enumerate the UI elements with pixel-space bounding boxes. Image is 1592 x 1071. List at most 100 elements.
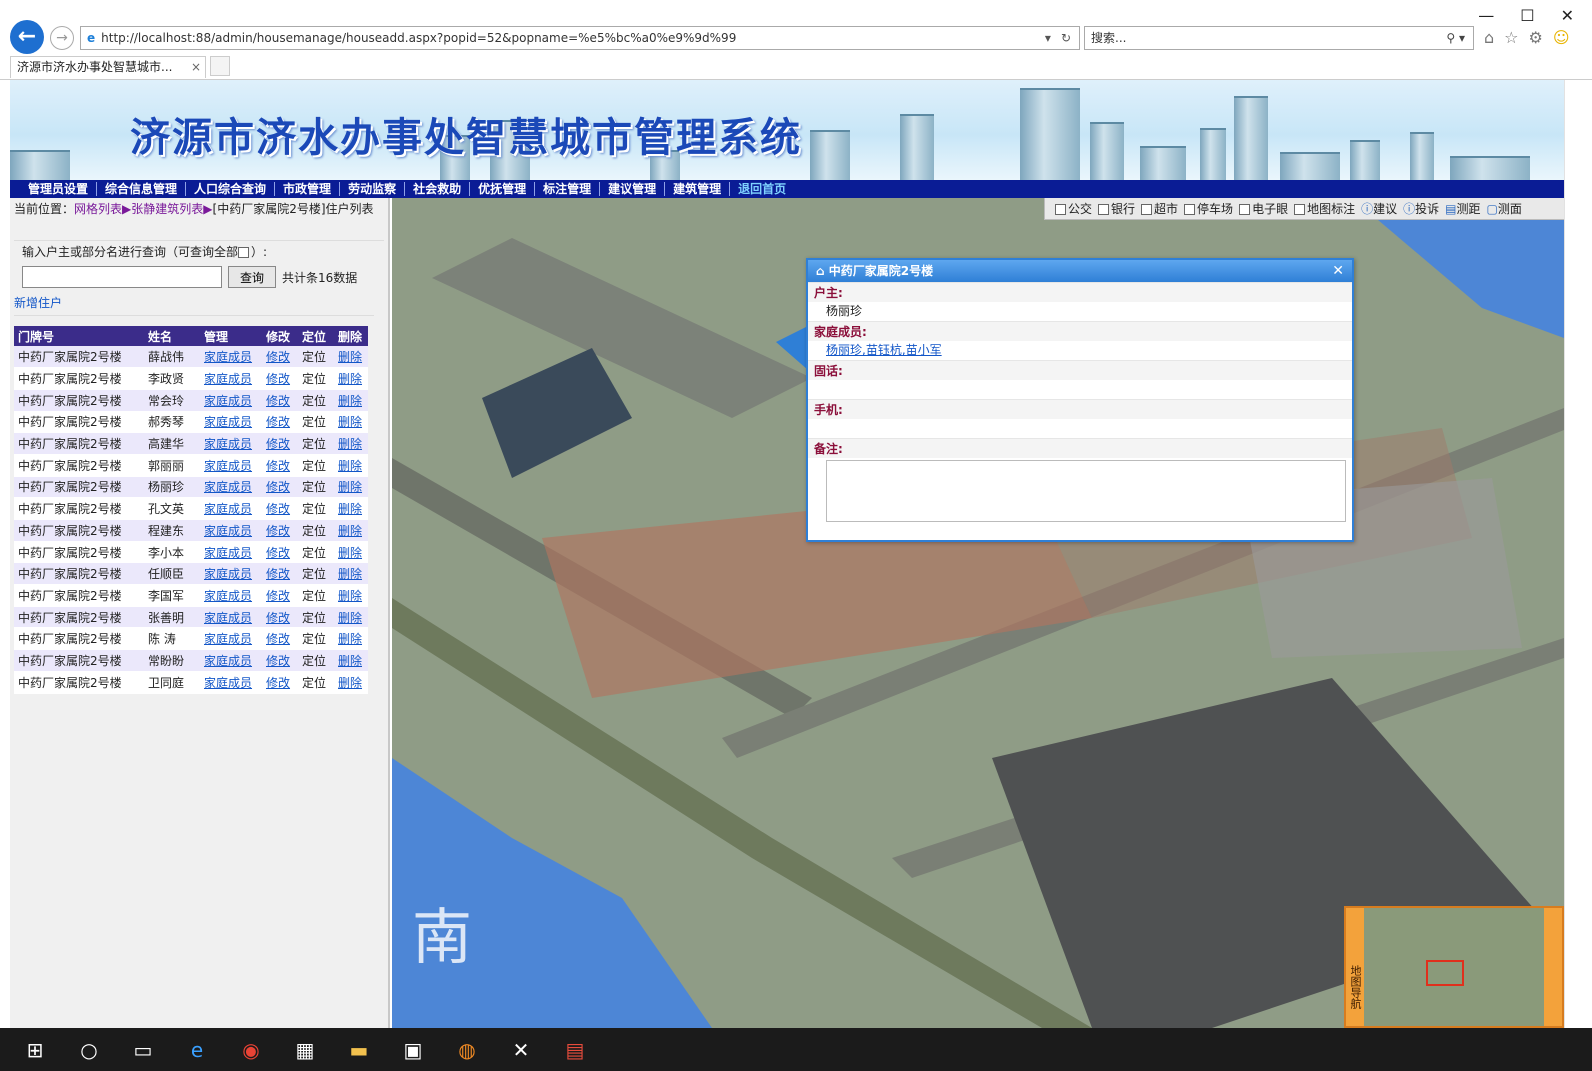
- delete-link[interactable]: 删除: [338, 415, 362, 429]
- query-button[interactable]: 查询: [228, 266, 276, 288]
- edit-link[interactable]: 修改: [266, 654, 290, 668]
- suggest-button[interactable]: ⓘ建议: [1361, 200, 1397, 217]
- delete-link[interactable]: 删除: [338, 394, 362, 408]
- page-scrollbar[interactable]: [1564, 80, 1592, 1028]
- layer-camera[interactable]: 电子眼: [1239, 200, 1288, 217]
- edit-link[interactable]: 修改: [266, 350, 290, 364]
- menu-item-veterans[interactable]: 优抚管理: [470, 182, 536, 196]
- minimap-viewport[interactable]: [1426, 960, 1464, 986]
- delete-link[interactable]: 删除: [338, 459, 362, 473]
- smiley-icon[interactable]: ☺: [1553, 28, 1570, 47]
- locate-link[interactable]: 定位: [298, 519, 334, 542]
- family-members-link[interactable]: 家庭成员: [204, 394, 252, 408]
- edit-link[interactable]: 修改: [266, 524, 290, 538]
- locate-link[interactable]: 定位: [298, 649, 334, 672]
- edit-link[interactable]: 修改: [266, 676, 290, 690]
- family-members-link[interactable]: 家庭成员: [204, 589, 252, 603]
- locate-link[interactable]: 定位: [298, 411, 334, 434]
- locate-link[interactable]: 定位: [298, 346, 334, 369]
- delete-link[interactable]: 删除: [338, 372, 362, 386]
- delete-link[interactable]: 删除: [338, 524, 362, 538]
- family-members-link[interactable]: 家庭成员: [204, 632, 252, 646]
- edit-link[interactable]: 修改: [266, 589, 290, 603]
- edit-link[interactable]: 修改: [266, 394, 290, 408]
- tab-close-icon[interactable]: ×: [191, 57, 201, 77]
- locate-link[interactable]: 定位: [298, 454, 334, 477]
- menu-item-info[interactable]: 综合信息管理: [97, 182, 187, 196]
- app2-icon[interactable]: ▤: [562, 1038, 588, 1062]
- delete-link[interactable]: 删除: [338, 632, 362, 646]
- locate-link[interactable]: 定位: [298, 476, 334, 499]
- family-members-link[interactable]: 家庭成员: [204, 654, 252, 668]
- edit-link[interactable]: 修改: [266, 611, 290, 625]
- delete-link[interactable]: 删除: [338, 480, 362, 494]
- crumb-grid-list[interactable]: 网格列表: [74, 202, 122, 216]
- locate-link[interactable]: 定位: [298, 584, 334, 607]
- folder-icon[interactable]: ▬: [346, 1038, 372, 1062]
- home-icon[interactable]: ⌂: [1484, 28, 1494, 47]
- measure-distance-button[interactable]: ▤测距: [1445, 200, 1480, 217]
- task-view-icon[interactable]: ▭: [130, 1038, 156, 1062]
- refresh-icon[interactable]: ↻: [1061, 31, 1071, 45]
- family-members-link[interactable]: 家庭成员: [204, 524, 252, 538]
- delete-link[interactable]: 删除: [338, 589, 362, 603]
- layer-parking[interactable]: 停车场: [1184, 200, 1233, 217]
- edit-link[interactable]: 修改: [266, 632, 290, 646]
- family-members-link[interactable]: 家庭成员: [204, 437, 252, 451]
- family-members-link[interactable]: 家庭成员: [204, 676, 252, 690]
- family-members-link[interactable]: 家庭成员: [204, 459, 252, 473]
- measure-area-button[interactable]: ▢测面: [1487, 200, 1522, 217]
- menu-item-labor[interactable]: 劳动监察: [340, 182, 406, 196]
- forward-button[interactable]: →: [50, 26, 74, 50]
- dropdown-icon[interactable]: ▾: [1045, 31, 1051, 45]
- chrome-icon[interactable]: ◉: [238, 1038, 264, 1062]
- delete-link[interactable]: 删除: [338, 546, 362, 560]
- menu-item-admin[interactable]: 管理员设置: [20, 182, 98, 196]
- family-members-link[interactable]: 家庭成员: [204, 350, 252, 364]
- family-members-link[interactable]: 家庭成员: [204, 502, 252, 516]
- minimize-icon[interactable]: —: [1478, 6, 1494, 25]
- gear-icon[interactable]: ⚙: [1529, 28, 1543, 47]
- delete-link[interactable]: 删除: [338, 350, 362, 364]
- notes-icon[interactable]: ▦: [292, 1038, 318, 1062]
- locate-link[interactable]: 定位: [298, 432, 334, 455]
- search-input[interactable]: 搜索... ⚲ ▾: [1084, 26, 1474, 50]
- family-members-link[interactable]: 家庭成员: [204, 611, 252, 625]
- windows-start-icon[interactable]: ⊞: [22, 1038, 48, 1062]
- ie-taskbar-icon[interactable]: e: [184, 1038, 210, 1062]
- edit-link[interactable]: 修改: [266, 372, 290, 386]
- family-members-link[interactable]: 家庭成员: [204, 480, 252, 494]
- note-field[interactable]: [826, 460, 1346, 522]
- menu-item-population[interactable]: 人口综合查询: [186, 182, 276, 196]
- tools-icon[interactable]: ✕: [508, 1038, 534, 1062]
- family-members-link[interactable]: 家庭成员: [204, 415, 252, 429]
- close-icon[interactable]: ✕: [1561, 6, 1574, 25]
- delete-link[interactable]: 删除: [338, 567, 362, 581]
- layer-annotation[interactable]: 地图标注: [1294, 200, 1355, 217]
- edit-link[interactable]: 修改: [266, 502, 290, 516]
- cortana-icon[interactable]: ○: [76, 1038, 102, 1062]
- query-input[interactable]: [22, 266, 222, 288]
- layer-market[interactable]: 超市: [1141, 200, 1178, 217]
- locate-link[interactable]: 定位: [298, 497, 334, 520]
- zoom-slider[interactable]: [1544, 908, 1562, 1026]
- popup-close-icon[interactable]: ✕: [1332, 260, 1344, 282]
- edit-link[interactable]: 修改: [266, 415, 290, 429]
- menu-item-annotation[interactable]: 标注管理: [535, 182, 601, 196]
- locate-link[interactable]: 定位: [298, 627, 334, 651]
- family-members-link[interactable]: 家庭成员: [204, 372, 252, 386]
- locate-link[interactable]: 定位: [298, 541, 334, 564]
- browser-tab[interactable]: 济源市济水办事处智慧城市... ×: [10, 56, 206, 78]
- layer-bus[interactable]: 公交: [1055, 200, 1092, 217]
- address-bar[interactable]: e http://localhost:88/admin/housemanage/…: [80, 26, 1080, 50]
- delete-link[interactable]: 删除: [338, 654, 362, 668]
- locate-link[interactable]: 定位: [298, 606, 334, 629]
- star-icon[interactable]: ☆: [1504, 28, 1518, 47]
- delete-link[interactable]: 删除: [338, 502, 362, 516]
- maximize-icon[interactable]: ☐: [1520, 6, 1534, 25]
- edit-link[interactable]: 修改: [266, 459, 290, 473]
- menu-item-municipal[interactable]: 市政管理: [275, 182, 341, 196]
- app-icon[interactable]: ◍: [454, 1038, 480, 1062]
- complain-button[interactable]: ⓘ投诉: [1403, 200, 1439, 217]
- search-icon[interactable]: ⚲ ▾: [1446, 27, 1465, 49]
